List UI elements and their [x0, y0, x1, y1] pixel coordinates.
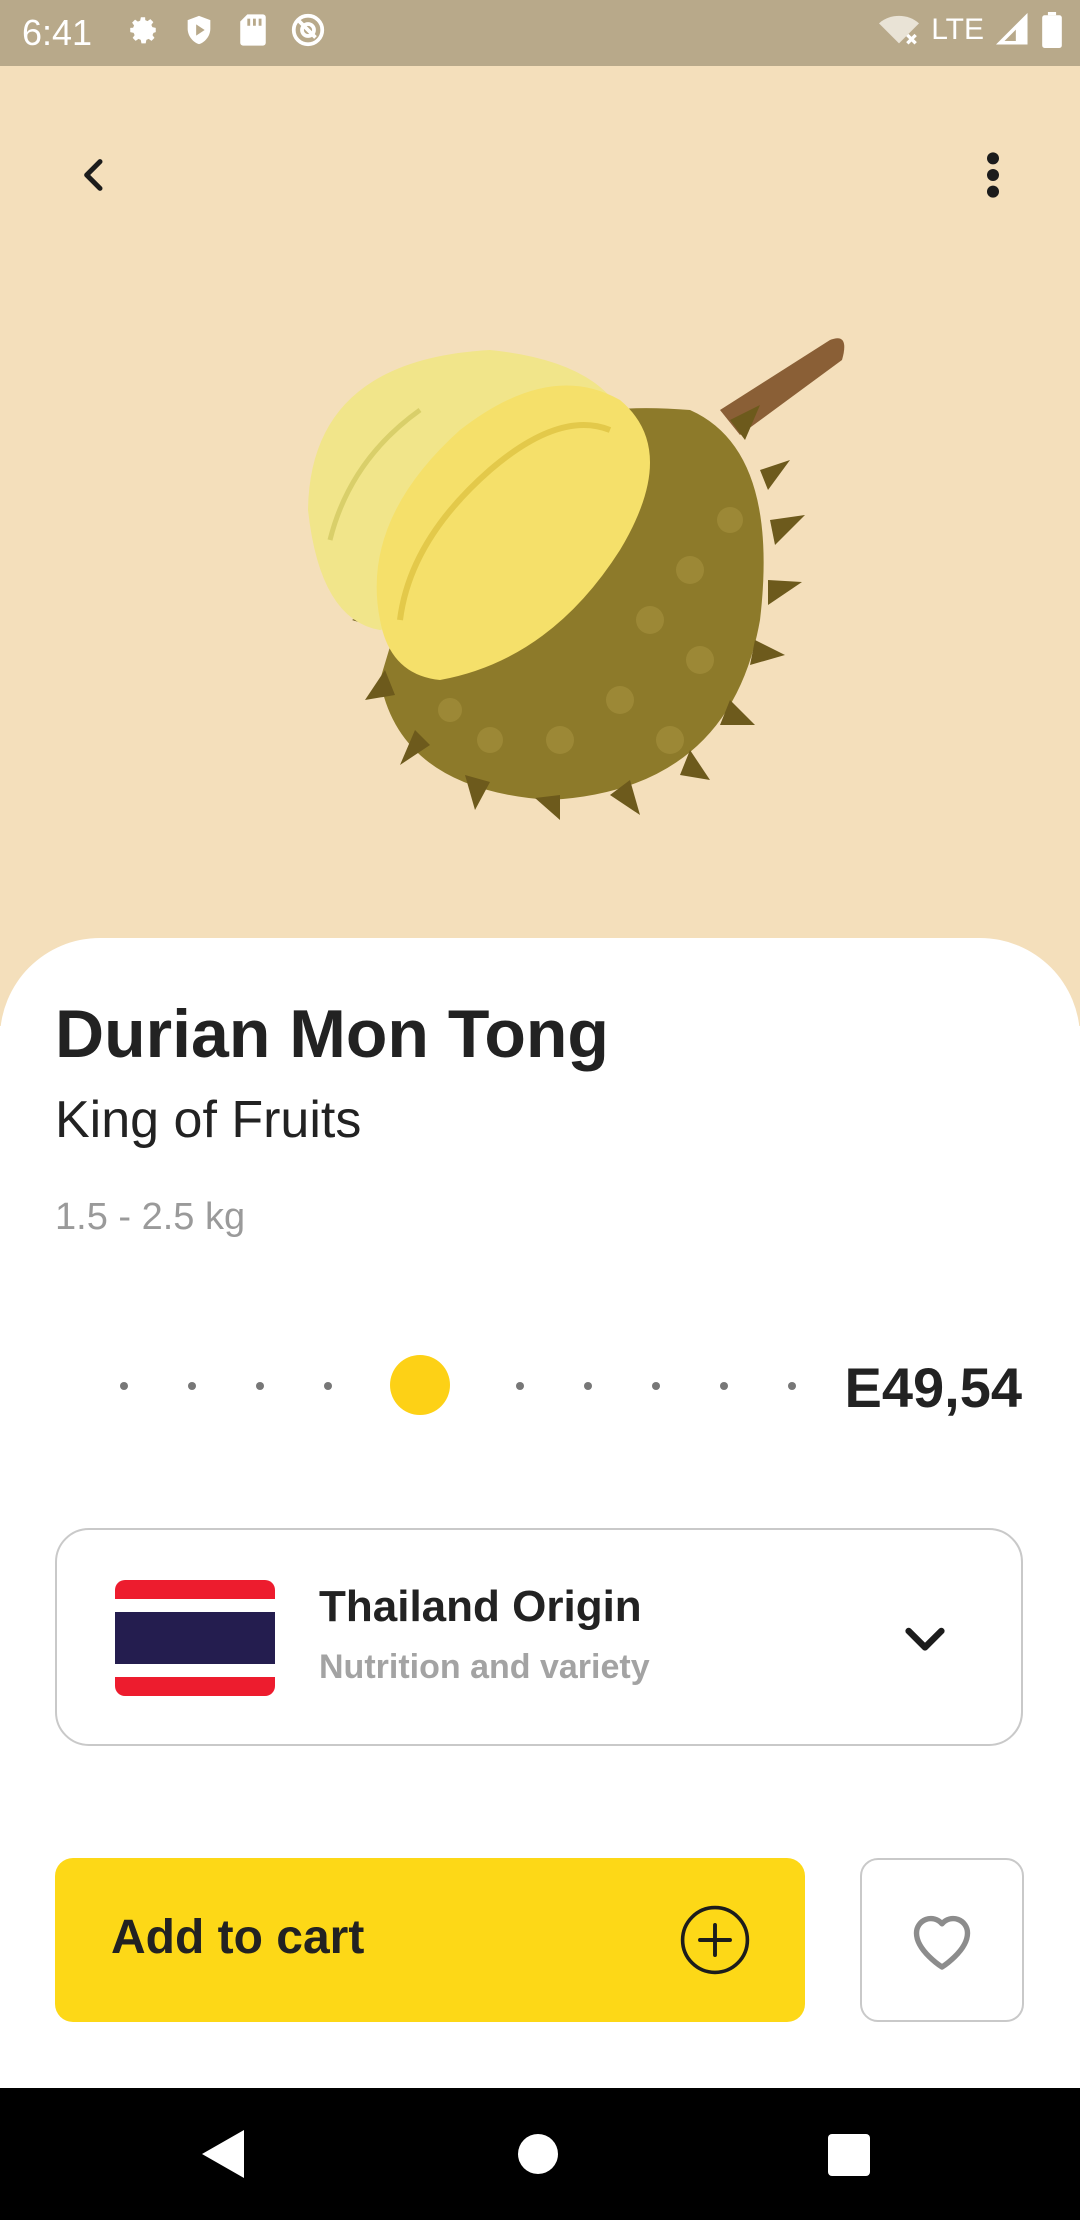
product-weight: 1.5 - 2.5 kg [55, 1196, 246, 1238]
status-icons-left [126, 12, 326, 48]
quantity-dot-selected[interactable] [390, 1355, 450, 1415]
quantity-dot[interactable] [516, 1382, 524, 1390]
add-to-cart-label: Add to cart [111, 1911, 365, 1964]
battery-icon [1042, 12, 1062, 48]
durian-image [308, 338, 845, 820]
more-vertical-icon [987, 152, 999, 198]
at-sign-icon [291, 13, 325, 47]
quantity-dot[interactable] [584, 1382, 592, 1390]
status-icons-right: LTE [879, 12, 1062, 48]
quantity-dot[interactable] [652, 1382, 660, 1390]
origin-subtitle: Nutrition and variety [319, 1648, 650, 1686]
quantity-selector[interactable] [100, 1355, 800, 1415]
heart-icon [913, 1915, 971, 1970]
chevron-left-icon [84, 159, 103, 191]
add-to-cart-button[interactable]: Add to cart [55, 1858, 805, 2022]
product-title: Durian Mon Tong [55, 996, 609, 1072]
quantity-dot[interactable] [256, 1382, 264, 1390]
status-time: 6:41 [22, 12, 93, 53]
nav-recents-icon[interactable] [828, 2134, 870, 2176]
quantity-dot[interactable] [324, 1382, 332, 1390]
network-type: LTE [931, 13, 984, 46]
quantity-dot[interactable] [188, 1382, 196, 1390]
product-price: E49,54 [844, 1356, 1023, 1419]
sd-card-icon [240, 14, 266, 46]
more-options-button[interactable] [958, 140, 1028, 210]
thailand-flag-icon [115, 1580, 275, 1696]
favorite-button[interactable] [860, 1858, 1024, 2022]
wifi-off-icon [879, 15, 920, 45]
origin-title: Thailand Origin [319, 1582, 642, 1631]
quantity-dot[interactable] [788, 1382, 796, 1390]
signal-icon [996, 13, 1028, 45]
product-subtitle: King of Fruits [55, 1091, 362, 1149]
shield-play-icon [187, 15, 211, 45]
nav-back-icon[interactable] [200, 2128, 246, 2180]
chevron-down-icon[interactable] [897, 1610, 953, 1666]
quantity-dot[interactable] [720, 1382, 728, 1390]
origin-card[interactable]: Thailand Origin Nutrition and variety [55, 1528, 1023, 1746]
quantity-dot[interactable] [120, 1382, 128, 1390]
status-bar: 6:41 LTE [0, 0, 1080, 66]
back-button[interactable] [60, 140, 130, 210]
plus-circle-icon [680, 1905, 750, 1975]
system-navigation-bar [0, 2088, 1080, 2220]
settings-icon [130, 17, 156, 44]
nav-home-icon[interactable] [518, 2134, 558, 2174]
